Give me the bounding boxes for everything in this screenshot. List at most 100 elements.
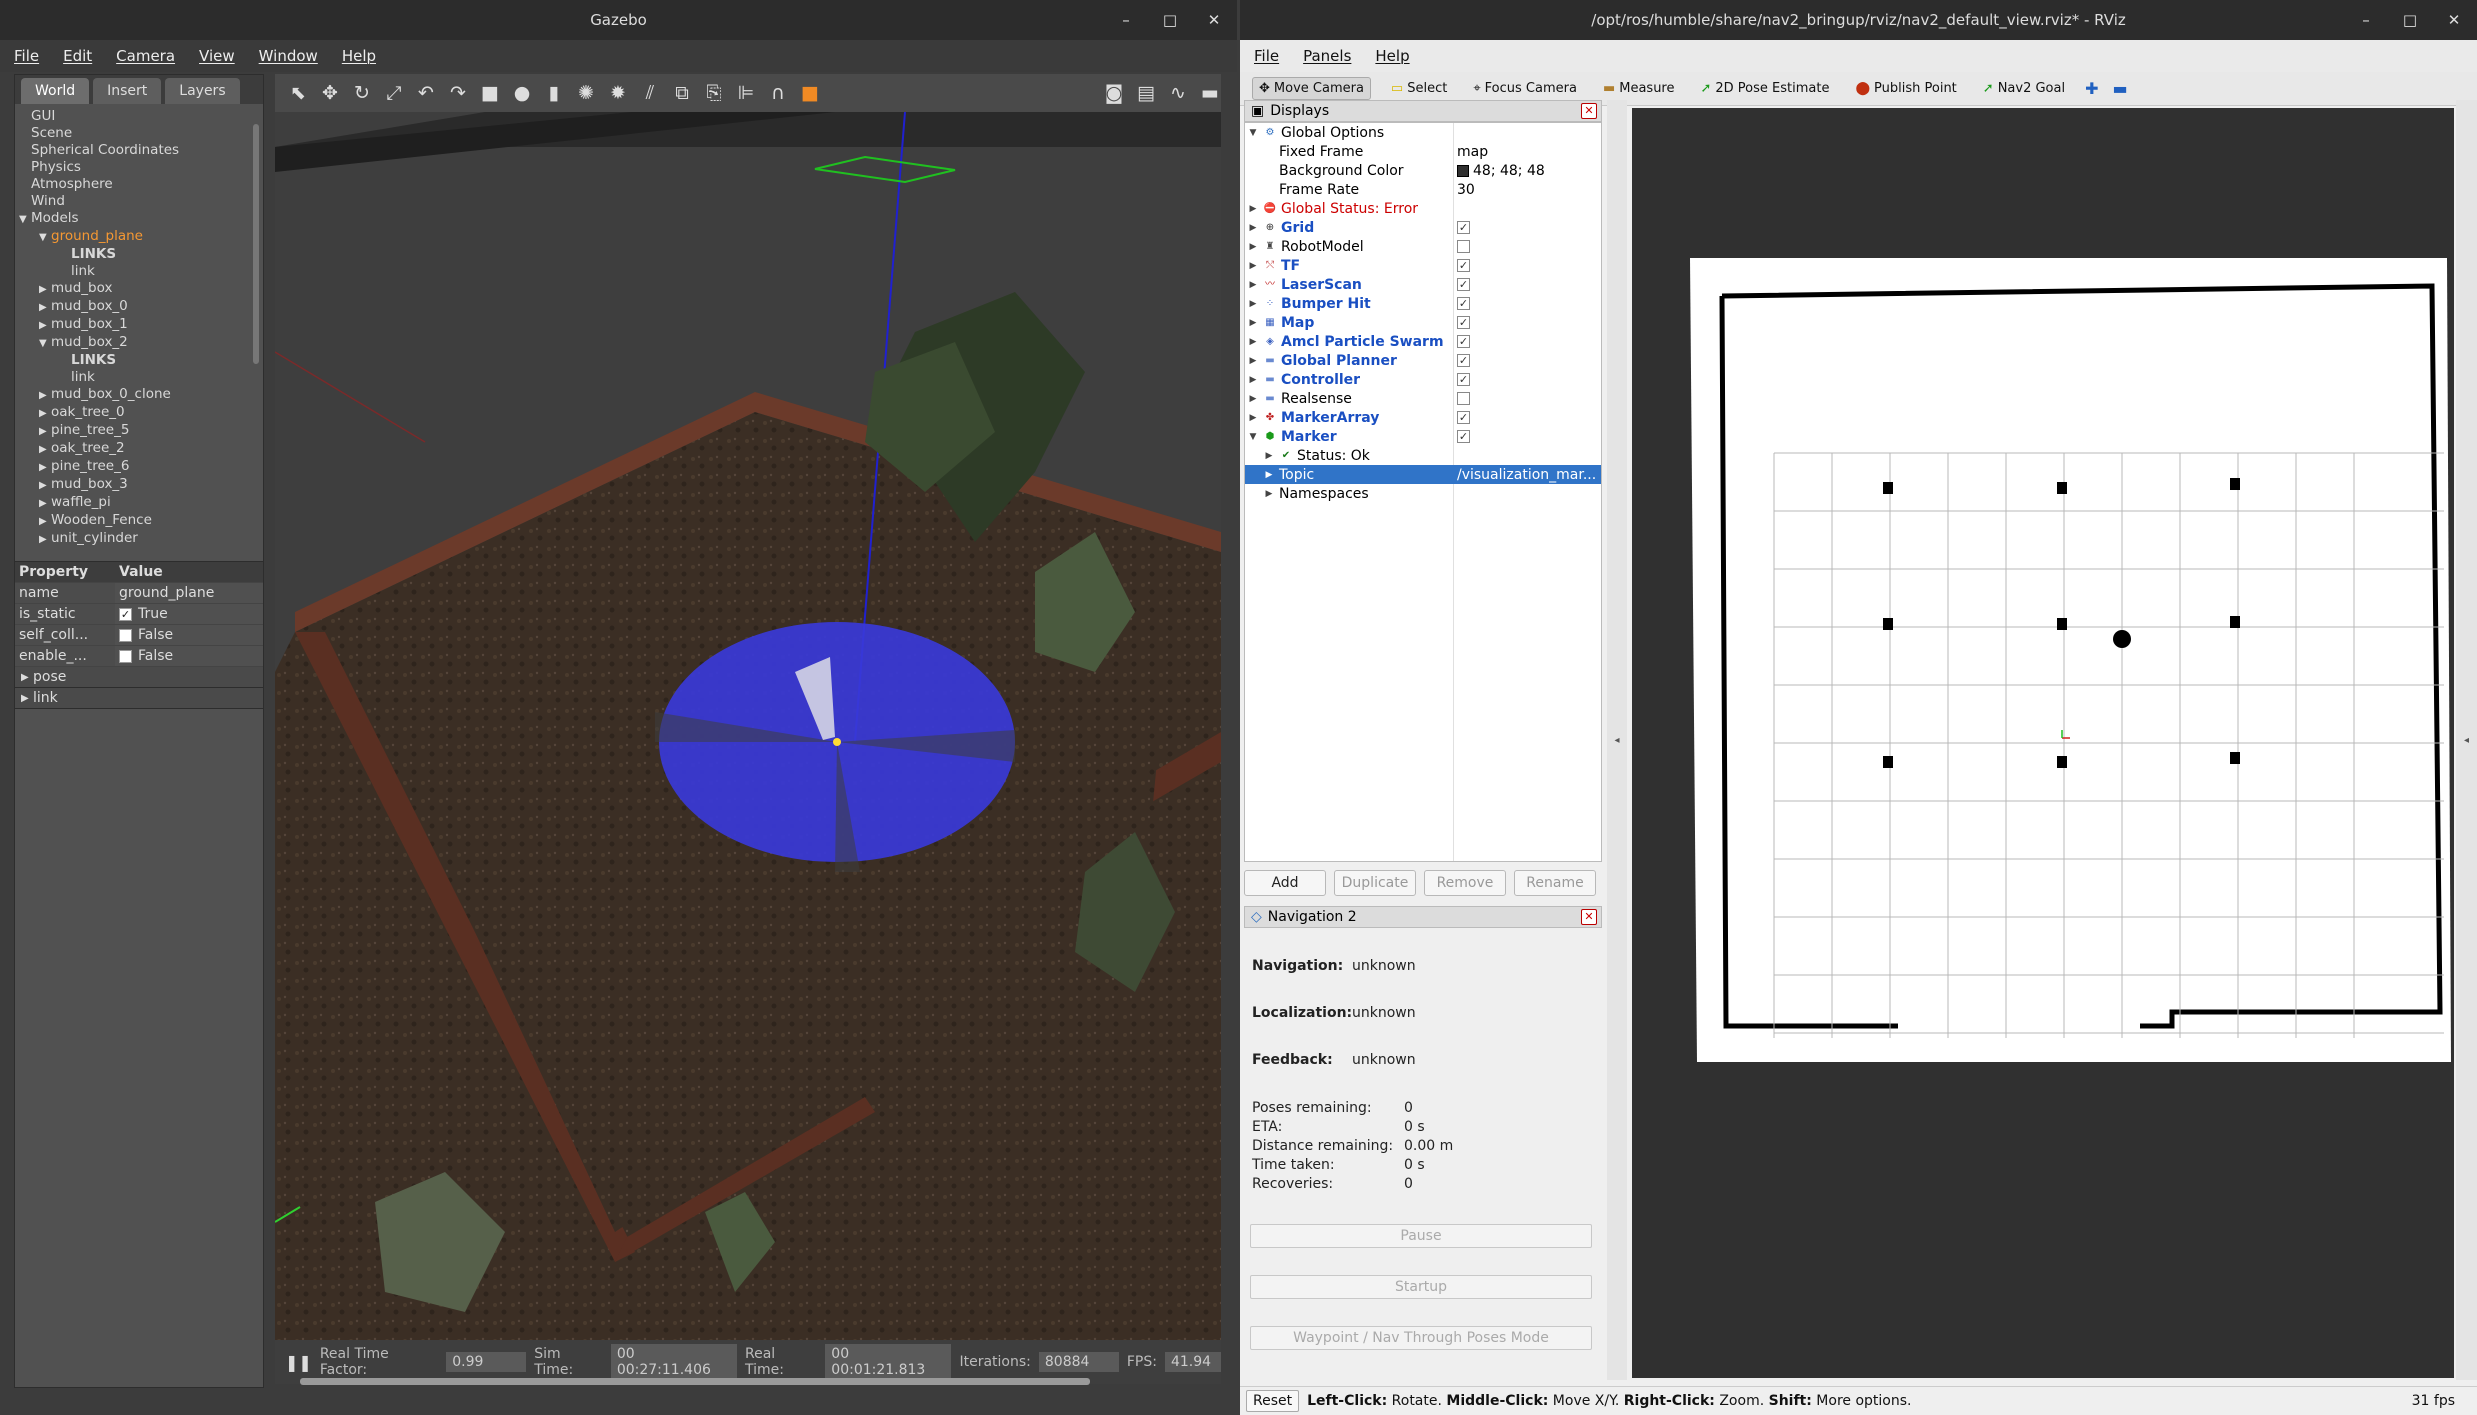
- display-row[interactable]: ▶ ⁘ Bumper Hit ✓: [1245, 294, 1601, 313]
- waypoint-mode-button[interactable]: Waypoint / Nav Through Poses Mode: [1250, 1326, 1592, 1350]
- display-value-cell[interactable]: ✓: [1457, 316, 1470, 329]
- tree-item[interactable]: ▶ mud_box_0_clone: [19, 386, 263, 404]
- tree-item[interactable]: ▼ mud_box_2: [19, 334, 263, 352]
- tree-scrollbar[interactable]: [253, 124, 259, 364]
- expand-arrow-icon[interactable]: ▶: [1247, 394, 1259, 404]
- property-value[interactable]: ground_plane: [115, 583, 263, 603]
- expand-arrow-icon[interactable]: ▶: [39, 317, 51, 334]
- expand-arrow-icon[interactable]: ▶: [1247, 337, 1259, 347]
- expand-arrow-icon[interactable]: ▶: [1247, 356, 1259, 366]
- expand-arrow-icon[interactable]: ▶: [39, 459, 51, 476]
- menu-view[interactable]: View: [199, 47, 235, 65]
- log-icon[interactable]: ▤: [1135, 82, 1157, 104]
- tree-item[interactable]: ▼ Models: [19, 210, 263, 228]
- close-icon[interactable]: ✕: [1205, 11, 1223, 29]
- enable-checkbox[interactable]: [1457, 240, 1470, 253]
- menu-window[interactable]: Window: [259, 47, 318, 65]
- align-icon[interactable]: ⊫: [735, 82, 757, 104]
- tree-item[interactable]: GUI: [19, 108, 263, 125]
- tree-item[interactable]: ▶ pine_tree_5: [19, 422, 263, 440]
- expand-arrow-icon[interactable]: ▶: [1263, 489, 1275, 499]
- display-value-cell[interactable]: map: [1457, 144, 1488, 160]
- expand-arrow-icon[interactable]: ▼: [1247, 432, 1259, 442]
- left-collapse-handle[interactable]: ◂: [1607, 100, 1627, 1380]
- tree-item[interactable]: Spherical Coordinates: [19, 142, 263, 159]
- tool-focus-camera[interactable]: ⌖ Focus Camera: [1467, 78, 1583, 99]
- tree-item[interactable]: ▶ mud_box_3: [19, 476, 263, 494]
- duplicate-button[interactable]: Duplicate: [1334, 870, 1416, 896]
- tree-item[interactable]: ▶ mud_box_0: [19, 298, 263, 316]
- expand-arrow-icon[interactable]: ▼: [19, 211, 31, 228]
- expand-arrow-icon[interactable]: ▶: [1247, 204, 1259, 214]
- tree-item[interactable]: link: [19, 369, 263, 386]
- display-value-cell[interactable]: ✓: [1457, 411, 1470, 424]
- tree-item[interactable]: Atmosphere: [19, 176, 263, 193]
- paste-icon[interactable]: ⎘: [703, 82, 725, 104]
- rename-button[interactable]: Rename: [1514, 870, 1596, 896]
- enable-checkbox[interactable]: ✓: [1457, 316, 1470, 329]
- sphere-shape-icon[interactable]: ●: [511, 82, 533, 104]
- display-value-cell[interactable]: ✓: [1457, 297, 1470, 310]
- property-value[interactable]: False: [115, 646, 263, 666]
- tab-insert[interactable]: Insert: [93, 78, 162, 104]
- display-row[interactable]: ▶ ✤ MarkerArray ✓: [1245, 408, 1601, 427]
- cylinder-shape-icon[interactable]: ▮: [543, 82, 565, 104]
- tool-move-camera[interactable]: ✥ Move Camera: [1252, 77, 1371, 100]
- display-row[interactable]: ▶ 〰 LaserScan ✓: [1245, 275, 1601, 294]
- prop-group-link[interactable]: ▶ link: [15, 688, 263, 709]
- expand-arrow-icon[interactable]: ▶: [1247, 318, 1259, 328]
- tree-item[interactable]: ▶ unit_cylinder: [19, 530, 263, 548]
- minimize-icon[interactable]: –: [1117, 11, 1135, 29]
- property-value[interactable]: False: [115, 625, 263, 645]
- tree-item[interactable]: ▼ ground_plane: [19, 228, 263, 246]
- screenshot-icon[interactable]: ◙: [1103, 82, 1125, 104]
- menu-file[interactable]: File: [1254, 47, 1279, 65]
- right-collapse-handle[interactable]: ◂: [2456, 100, 2477, 1380]
- enable-checkbox[interactable]: ✓: [1457, 335, 1470, 348]
- rviz-3d-viewport[interactable]: [1632, 108, 2454, 1378]
- display-value-cell[interactable]: ✓: [1457, 221, 1470, 234]
- display-value-cell[interactable]: 48; 48; 48: [1457, 163, 1545, 179]
- color-swatch[interactable]: [1457, 164, 1469, 177]
- viewport-scrollbar[interactable]: [300, 1378, 1090, 1385]
- expand-arrow-icon[interactable]: ▶: [39, 423, 51, 440]
- tree-item[interactable]: Wind: [19, 193, 263, 210]
- box-shape-icon[interactable]: ■: [479, 82, 501, 104]
- tool-measure[interactable]: ▬ Measure: [1597, 78, 1681, 99]
- checkbox[interactable]: [119, 649, 132, 663]
- tree-item[interactable]: Scene: [19, 125, 263, 142]
- display-row[interactable]: ▶ ◈ Amcl Particle Swarm ✓: [1245, 332, 1601, 351]
- change-view-icon[interactable]: ■: [799, 82, 821, 104]
- spot-light-icon[interactable]: ✹: [607, 82, 629, 104]
- select-mode-icon[interactable]: ⬉: [287, 82, 309, 104]
- remove-button[interactable]: Remove: [1424, 870, 1506, 896]
- tree-item[interactable]: ▶ oak_tree_0: [19, 404, 263, 422]
- tree-item[interactable]: ▶ mud_box_1: [19, 316, 263, 334]
- video-record-icon[interactable]: ▬: [1199, 82, 1221, 104]
- plot-icon[interactable]: ∿: [1167, 82, 1189, 104]
- tool-nav2-goal[interactable]: ➚ Nav2 Goal: [1977, 78, 2071, 99]
- display-row[interactable]: ▶ ✔ Status: Ok: [1245, 446, 1601, 465]
- display-row[interactable]: Frame Rate 30: [1245, 180, 1601, 199]
- tool-pose-estimate[interactable]: ➚ 2D Pose Estimate: [1694, 78, 1835, 99]
- snap-icon[interactable]: ∩: [767, 82, 789, 104]
- display-value-cell[interactable]: ✓: [1457, 259, 1470, 272]
- undo-icon[interactable]: ↶: [415, 82, 437, 104]
- expand-arrow-icon[interactable]: ▶: [39, 513, 51, 530]
- minimize-icon[interactable]: –: [2357, 11, 2375, 29]
- menu-edit[interactable]: Edit: [63, 47, 92, 65]
- display-row[interactable]: ▶ ⊕ Grid ✓: [1245, 218, 1601, 237]
- expand-arrow-icon[interactable]: ▶: [39, 477, 51, 494]
- add-tool-icon[interactable]: ✚: [2085, 79, 2098, 98]
- expand-arrow-icon[interactable]: ▶: [39, 441, 51, 458]
- enable-checkbox[interactable]: ✓: [1457, 430, 1470, 443]
- gazebo-3d-viewport[interactable]: [275, 112, 1221, 1340]
- copy-icon[interactable]: ⧉: [671, 82, 693, 104]
- tree-item[interactable]: ▶ Wooden_Fence: [19, 512, 263, 530]
- display-value-cell[interactable]: [1457, 240, 1470, 253]
- display-row[interactable]: ▶ ♜ RobotModel: [1245, 237, 1601, 256]
- enable-checkbox[interactable]: ✓: [1457, 259, 1470, 272]
- rotate-icon[interactable]: ↻: [351, 82, 373, 104]
- menu-camera[interactable]: Camera: [116, 47, 175, 65]
- pause-icon[interactable]: ❚❚: [285, 1353, 312, 1372]
